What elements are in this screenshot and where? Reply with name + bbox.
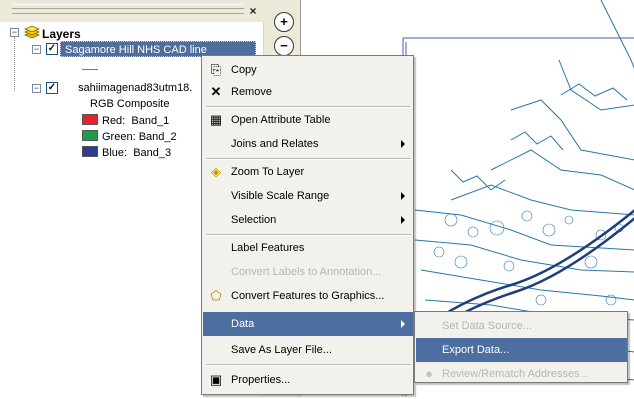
- menu-item-joins-relates[interactable]: Joins and Relates: [203, 132, 413, 156]
- menu-separator: [206, 364, 411, 366]
- toc-title-bar[interactable]: ×: [0, 0, 264, 22]
- submenu-arrow-icon: [401, 140, 405, 148]
- menu-item-zoom-to-layer[interactable]: ◈ Zoom To Layer: [203, 160, 413, 184]
- band-value: Band_3: [133, 147, 172, 159]
- copy-icon: ⎘: [210, 62, 222, 77]
- layer-sahiimage[interactable]: sahiimagenad83utm18.: [78, 82, 192, 94]
- menu-item-label: Save As Layer File...: [231, 344, 332, 356]
- layer1-visibility-checkbox[interactable]: ✓: [46, 43, 58, 55]
- band-value: Band_1: [131, 115, 170, 127]
- submenu-arrow-icon: [401, 216, 405, 224]
- table-icon: ▦: [209, 112, 223, 127]
- layers-root-label[interactable]: Layers: [42, 27, 81, 41]
- menu-item-label-features[interactable]: Label Features: [203, 236, 413, 260]
- menu-item-label: Zoom To Layer: [231, 166, 305, 178]
- blue-swatch: [82, 146, 98, 157]
- green-swatch: [82, 130, 98, 141]
- toc-close-icon[interactable]: ×: [246, 4, 260, 18]
- menu-item-copy[interactable]: ⎘ Copy: [203, 58, 413, 82]
- menu-item-label: Joins and Relates: [231, 138, 319, 150]
- band-channel: Green:: [102, 131, 136, 143]
- properties-icon: ▣: [209, 372, 223, 387]
- menu-item-data[interactable]: Data: [203, 312, 413, 336]
- menu-item-properties[interactable]: ▣ Properties...: [203, 368, 413, 392]
- menu-item-label: Visible Scale Range: [231, 190, 330, 202]
- line-symbol: [82, 69, 98, 70]
- menu-item-label: Export Data...: [442, 344, 510, 356]
- band-red: Red: Band_1: [82, 114, 169, 127]
- remove-icon: ✕: [210, 84, 222, 99]
- menu-item-set-data-source: Set Data Source...: [416, 314, 627, 338]
- menu-item-label: Selection: [231, 214, 277, 226]
- menu-item-convert-labels: Convert Labels to Annotation...: [203, 260, 413, 284]
- menu-item-label: Open Attribute Table: [231, 114, 331, 126]
- menu-item-visible-scale-range[interactable]: Visible Scale Range: [203, 184, 413, 208]
- rgb-composite-label: RGB Composite: [90, 98, 170, 110]
- band-green: Green: Band_2: [82, 130, 177, 143]
- menu-item-label: Review/Rematch Addresses...: [442, 368, 589, 380]
- menu-item-open-attribute-table[interactable]: ▦ Open Attribute Table: [203, 108, 413, 132]
- menu-item-review-rematch: ● Review/Rematch Addresses...: [416, 362, 627, 386]
- band-channel: Blue:: [102, 147, 128, 159]
- band-blue: Blue: Band_3: [82, 146, 171, 159]
- menu-item-remove[interactable]: ✕ Remove: [203, 80, 413, 104]
- layer2-visibility-checkbox[interactable]: ✓: [46, 82, 58, 94]
- geocode-icon: ●: [425, 366, 433, 381]
- menu-item-label: Copy: [231, 64, 257, 76]
- menu-item-label: Convert Labels to Annotation...: [231, 266, 382, 278]
- zoom-in-icon[interactable]: +: [274, 12, 294, 32]
- band-channel: Red:: [102, 115, 126, 127]
- layers-icon: [24, 25, 40, 39]
- submenu-arrow-icon: [401, 320, 405, 328]
- toc-grip[interactable]: [12, 4, 244, 14]
- submenu-arrow-icon: [401, 192, 405, 200]
- red-swatch: [82, 114, 98, 125]
- collapse-layer1-icon[interactable]: −: [32, 45, 41, 54]
- zoom-out-icon[interactable]: −: [274, 36, 294, 56]
- collapse-layer2-icon[interactable]: −: [32, 84, 41, 93]
- layer-context-menu: ⎘ Copy ✕ Remove ▦ Open Attribute Table Join…: [201, 55, 414, 395]
- menu-item-label: Data: [231, 318, 255, 330]
- toc-grip-line: [12, 8, 244, 9]
- menu-item-label: Remove: [231, 86, 272, 98]
- tree-connector: [14, 37, 15, 91]
- collapse-layers-icon[interactable]: −: [10, 28, 19, 37]
- convert-graphics-icon: ⬠: [210, 288, 222, 303]
- menu-item-label: Label Features: [231, 242, 305, 254]
- menu-item-save-as-layer[interactable]: Save As Layer File...: [203, 338, 413, 362]
- menu-item-label: Convert Features to Graphics...: [231, 290, 385, 302]
- menu-item-export-data[interactable]: Export Data...: [416, 338, 627, 362]
- menu-item-label: Properties...: [231, 374, 291, 386]
- menu-item-label: Set Data Source...: [442, 320, 532, 332]
- data-submenu: Set Data Source... Export Data... ● Revie…: [414, 311, 628, 383]
- zoom-to-layer-icon: ◈: [211, 164, 221, 179]
- menu-item-selection[interactable]: Selection: [203, 208, 413, 232]
- band-value: Band_2: [138, 131, 177, 143]
- menu-item-convert-features[interactable]: ⬠ Convert Features to Graphics...: [203, 284, 413, 308]
